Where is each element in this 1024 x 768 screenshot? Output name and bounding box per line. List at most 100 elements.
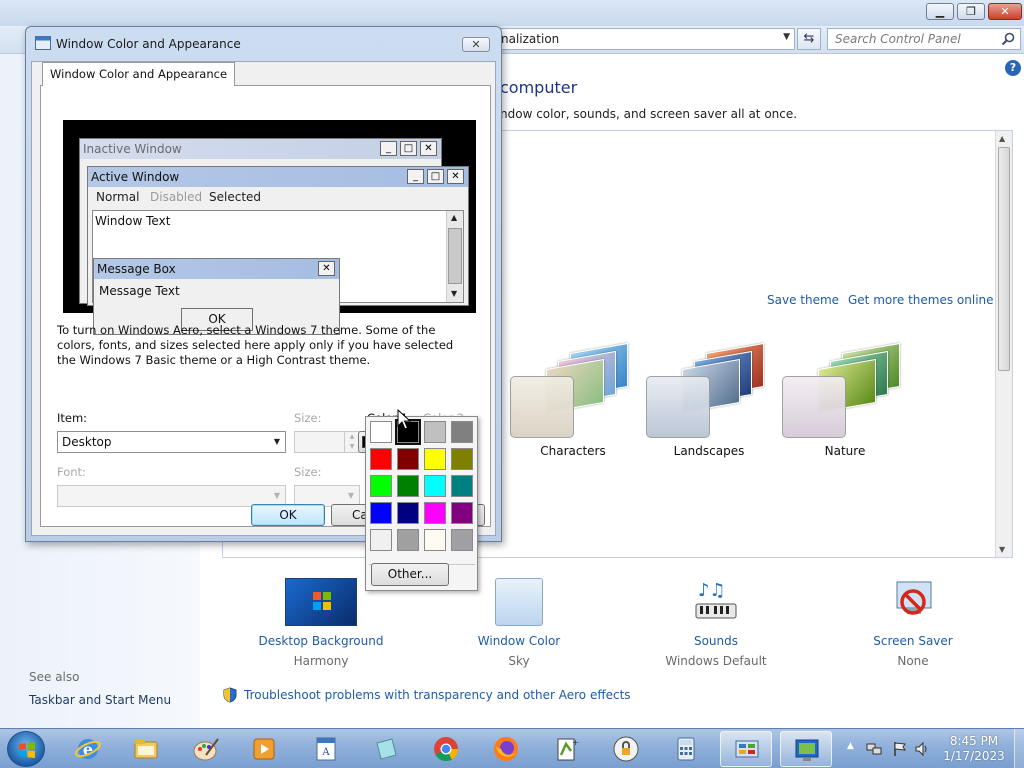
taskbar-notepad-plus[interactable]: ++	[540, 731, 592, 767]
svg-text:♪♫: ♪♫	[698, 580, 726, 601]
taskbar-keepass[interactable]	[600, 731, 652, 767]
theme-glass-tile	[510, 376, 574, 438]
flag-icon[interactable]	[892, 741, 908, 757]
screen-saver-item[interactable]: Screen Saver None	[818, 578, 1008, 668]
preview-menu-normal[interactable]: Normal	[96, 188, 139, 207]
chevron-down-icon[interactable]: ▼	[783, 32, 790, 42]
search-icon[interactable]	[1000, 31, 1016, 47]
ok-button[interactable]: OK	[251, 504, 325, 526]
item-select-value: Desktop	[62, 435, 112, 449]
chrome-icon	[434, 737, 458, 762]
folder-icon	[134, 740, 158, 759]
firefox-icon	[494, 737, 518, 761]
color-swatch[interactable]	[451, 502, 473, 524]
color-swatch[interactable]	[370, 529, 392, 551]
taskbar-sticky-notes[interactable]	[360, 731, 412, 767]
color-swatch[interactable]	[424, 421, 446, 443]
window-color-icon	[35, 36, 51, 50]
get-more-themes-link[interactable]: Get more themes online	[848, 293, 994, 307]
address-field[interactable]: nalization ▼	[495, 28, 795, 50]
scroll-thumb[interactable]	[998, 147, 1010, 371]
bottom-item-label: Screen Saver	[873, 634, 953, 648]
spin-down-icon[interactable]: ▼	[344, 442, 359, 452]
theme-label: Nature	[824, 444, 866, 458]
page-title: computer	[500, 78, 578, 97]
taskbar: e A ++ ▲ 8:45 PM 1/17/2023	[0, 728, 1024, 768]
size-stepper[interactable]: ▲ ▼	[294, 431, 360, 453]
taskbar-media-player[interactable]	[238, 731, 290, 767]
preview-menu-disabled[interactable]: Disabled	[150, 188, 202, 207]
other-color-button[interactable]: Other...	[371, 563, 449, 586]
color-swatch[interactable]	[424, 448, 446, 470]
spin-up-icon[interactable]: ▲	[344, 432, 359, 442]
notepad-plus-icon: ++	[557, 738, 580, 761]
minimize-icon: _	[407, 169, 424, 184]
color-swatch[interactable]	[370, 502, 392, 524]
wordpad-icon: A	[316, 737, 336, 761]
calculator-icon	[677, 737, 695, 761]
search-input[interactable]: Search Control Panel	[827, 28, 1021, 50]
theme-characters[interactable]: Characters	[510, 340, 640, 460]
refresh-button[interactable]: ⇆	[797, 28, 821, 50]
window-color-item[interactable]: Window Color Sky	[424, 578, 614, 668]
color-swatch[interactable]	[451, 421, 473, 443]
taskbar-window-color[interactable]	[780, 731, 832, 767]
close-button[interactable]: ✕	[988, 3, 1022, 20]
save-theme-link[interactable]: Save theme	[767, 293, 839, 307]
color-swatch[interactable]	[370, 475, 392, 497]
taskbar-chrome[interactable]	[420, 731, 472, 767]
taskbar-wordpad[interactable]: A	[300, 731, 352, 767]
lock-icon	[613, 736, 639, 762]
bottom-item-label: Window Color	[477, 634, 561, 648]
color-swatch[interactable]	[370, 421, 392, 443]
mouse-cursor-icon	[397, 409, 411, 430]
taskbar-file-explorer[interactable]	[120, 731, 172, 767]
theme-glass-tile	[782, 376, 846, 438]
taskbar-paint[interactable]	[180, 731, 232, 767]
taskbar-internet-explorer[interactable]: e	[62, 731, 114, 767]
minimize-icon: _	[380, 141, 397, 156]
theme-landscapes[interactable]: Landscapes	[646, 340, 776, 460]
start-button[interactable]	[7, 731, 45, 767]
network-icon[interactable]	[866, 741, 882, 757]
tab-window-color[interactable]: Window Color and Appearance	[42, 62, 236, 86]
see-also-heading: See also	[29, 670, 80, 684]
color-swatch[interactable]	[424, 529, 446, 551]
size-label: Size:	[294, 411, 322, 425]
desktop-background-item[interactable]: Desktop Background Harmony	[226, 578, 416, 668]
color-swatch[interactable]	[424, 502, 446, 524]
scroll-up-icon[interactable]: ▲	[999, 134, 1005, 143]
color-swatch[interactable]	[424, 475, 446, 497]
show-desktop-button[interactable]	[1014, 729, 1024, 768]
dialog-close-button[interactable]: ✕	[462, 37, 490, 52]
color-swatch[interactable]	[397, 475, 419, 497]
help-icon[interactable]: ?	[1005, 60, 1021, 76]
tray-expand-icon[interactable]: ▲	[847, 741, 854, 751]
volume-icon[interactable]	[914, 741, 930, 757]
taskbar-firefox[interactable]	[480, 731, 532, 767]
color-swatch[interactable]	[370, 448, 392, 470]
color-swatch[interactable]	[397, 448, 419, 470]
maximize-button[interactable]: ❐	[957, 3, 985, 20]
color-swatch[interactable]	[451, 529, 473, 551]
preview-menu-selected[interactable]: Selected	[209, 188, 261, 207]
search-placeholder: Search Control Panel	[835, 32, 961, 46]
color-swatch[interactable]	[451, 448, 473, 470]
theme-nature[interactable]: Nature	[782, 340, 912, 460]
taskbar-start-menu-link[interactable]: Taskbar and Start Menu	[29, 693, 171, 707]
taskbar-calculator[interactable]	[660, 731, 712, 767]
themes-scrollbar[interactable]: ▲ ▼	[995, 131, 1012, 557]
preview-scrollbar[interactable]: ▲ ▼	[446, 211, 463, 302]
color-swatch[interactable]	[397, 502, 419, 524]
system-clock[interactable]: 8:45 PM 1/17/2023	[936, 734, 1012, 764]
page-description: ndow color, sounds, and screen saver all…	[500, 107, 798, 121]
taskbar-control-panel[interactable]	[720, 731, 772, 767]
appearance-preview[interactable]: Inactive Window _ □ ✕ Active Window _ □ …	[63, 120, 476, 335]
color-swatch[interactable]	[451, 475, 473, 497]
bottom-item-sub: Sky	[508, 654, 530, 668]
minimize-button[interactable]: ▁	[926, 3, 954, 20]
sounds-item[interactable]: ♪♫ Sounds Windows Default	[621, 578, 811, 668]
item-select[interactable]: Desktop ▼	[57, 431, 286, 453]
color-swatch[interactable]	[397, 529, 419, 551]
scroll-down-icon[interactable]: ▼	[999, 545, 1005, 554]
